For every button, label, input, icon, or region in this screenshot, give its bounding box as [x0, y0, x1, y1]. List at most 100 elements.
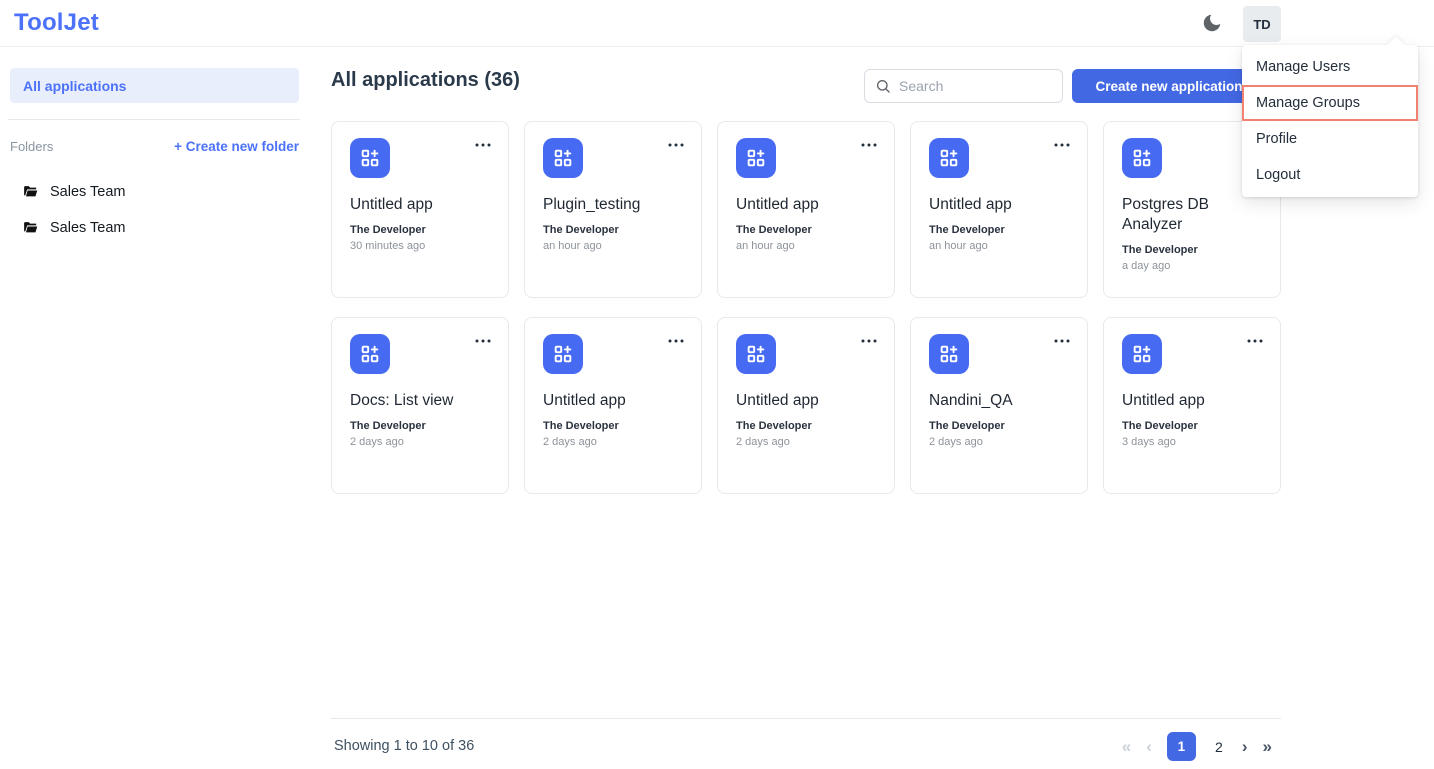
app-menu-button[interactable]: [1051, 334, 1073, 348]
ellipsis-icon: [667, 140, 685, 150]
search-icon: [875, 78, 891, 94]
sidebar-folder-item[interactable]: Sales Team: [22, 210, 292, 246]
create-new-application-button[interactable]: Create new application: [1072, 69, 1266, 103]
app-updated-time: 2 days ago: [350, 436, 494, 448]
app-card-top: [543, 138, 687, 178]
sidebar-item-label: All applications: [23, 78, 126, 94]
app-updated-time: 30 minutes ago: [350, 240, 494, 252]
app-icon: [929, 334, 969, 374]
app-author: The Developer: [543, 224, 687, 236]
ellipsis-icon: [474, 140, 492, 150]
app-icon: [736, 334, 776, 374]
app-card[interactable]: Untitled app The Developer 3 days ago: [1103, 317, 1281, 494]
app-card[interactable]: Plugin_testing The Developer an hour ago: [524, 121, 702, 298]
app-menu-button[interactable]: [858, 334, 880, 348]
app-icon: [543, 334, 583, 374]
user-menu-item[interactable]: Manage Users: [1242, 49, 1418, 85]
app-author: The Developer: [350, 420, 494, 432]
app-menu-button[interactable]: [665, 334, 687, 348]
search-box: [864, 69, 1063, 103]
app-name: Untitled app: [736, 391, 880, 411]
app-icon: [543, 138, 583, 178]
sidebar-folder-item[interactable]: Sales Team: [22, 174, 292, 210]
dark-mode-toggle[interactable]: [1197, 8, 1227, 38]
page-title: All applications (36): [331, 69, 520, 92]
app-icon: [350, 334, 390, 374]
app-name: Untitled app: [1122, 391, 1266, 411]
app-menu-button[interactable]: [665, 138, 687, 152]
user-menu-item[interactable]: Logout: [1242, 157, 1418, 193]
app-name: Plugin_testing: [543, 195, 687, 215]
tooljet-dashboard: ToolJet TD All applications Folders + Cr…: [0, 0, 1434, 769]
pagination-page-1-button[interactable]: 1: [1167, 732, 1196, 761]
app-card-top: [736, 334, 880, 374]
ellipsis-icon: [860, 140, 878, 150]
app-menu-button[interactable]: [472, 138, 494, 152]
footer-divider: [331, 718, 1281, 719]
app-menu-button[interactable]: [1244, 334, 1266, 348]
app-name: Untitled app: [929, 195, 1073, 215]
app-updated-time: an hour ago: [929, 240, 1073, 252]
ellipsis-icon: [1053, 140, 1071, 150]
user-menu-item[interactable]: Manage Groups: [1242, 85, 1418, 121]
app-author: The Developer: [1122, 420, 1266, 432]
top-bar: ToolJet TD: [0, 0, 1434, 47]
app-name: Postgres DB Analyzer: [1122, 195, 1266, 235]
app-card[interactable]: Untitled app The Developer 2 days ago: [717, 317, 895, 494]
user-menu-item-label: Profile: [1256, 131, 1297, 147]
pagination-next-button[interactable]: ›: [1242, 737, 1248, 757]
app-icon: [350, 138, 390, 178]
app-author: The Developer: [929, 420, 1073, 432]
ellipsis-icon: [1053, 336, 1071, 346]
create-new-folder-button[interactable]: + Create new folder: [174, 139, 299, 154]
app-icon: [929, 138, 969, 178]
app-menu-button[interactable]: [858, 138, 880, 152]
sidebar-item-all-applications[interactable]: All applications: [10, 68, 299, 103]
ellipsis-icon: [1246, 336, 1264, 346]
pagination-page-2-button[interactable]: 2: [1211, 739, 1227, 755]
app-card-top: [929, 138, 1073, 178]
user-menu-item-label: Manage Users: [1256, 59, 1350, 75]
app-name: Untitled app: [543, 391, 687, 411]
pagination-prev-button[interactable]: ‹: [1146, 737, 1152, 757]
app-name: Untitled app: [736, 195, 880, 215]
app-updated-time: an hour ago: [736, 240, 880, 252]
app-card[interactable]: Untitled app The Developer an hour ago: [910, 121, 1088, 298]
folder-list: Sales Team Sales Team: [22, 174, 292, 246]
pagination: « ‹ 1 2 › »: [1122, 732, 1272, 761]
user-avatar[interactable]: TD: [1243, 6, 1281, 42]
tooljet-logo[interactable]: ToolJet: [14, 9, 99, 37]
search-input[interactable]: [899, 78, 1052, 94]
app-updated-time: 2 days ago: [543, 436, 687, 448]
ellipsis-icon: [860, 336, 878, 346]
folder-name: Sales Team: [50, 220, 126, 236]
user-menu-item[interactable]: Profile: [1242, 121, 1418, 157]
app-author: The Developer: [350, 224, 494, 236]
folders-label: Folders: [10, 139, 53, 154]
app-menu-button[interactable]: [1051, 138, 1073, 152]
app-icon: [1122, 138, 1162, 178]
app-menu-button[interactable]: [472, 334, 494, 348]
app-name: Nandini_QA: [929, 391, 1073, 411]
app-icon: [736, 138, 776, 178]
app-card[interactable]: Untitled app The Developer 2 days ago: [524, 317, 702, 494]
sidebar-divider: [8, 119, 300, 120]
folder-icon: [22, 220, 39, 237]
app-author: The Developer: [736, 420, 880, 432]
app-card[interactable]: Nandini_QA The Developer 2 days ago: [910, 317, 1088, 494]
user-menu-item-label: Logout: [1256, 167, 1300, 183]
app-name: Untitled app: [350, 195, 494, 215]
pagination-first-button[interactable]: «: [1122, 737, 1131, 757]
app-author: The Developer: [543, 420, 687, 432]
app-icon: [1122, 334, 1162, 374]
app-updated-time: a day ago: [1122, 260, 1266, 272]
app-card-top: [736, 138, 880, 178]
app-card[interactable]: Untitled app The Developer 30 minutes ag…: [331, 121, 509, 298]
app-updated-time: 2 days ago: [929, 436, 1073, 448]
pagination-last-button[interactable]: »: [1263, 737, 1272, 757]
folder-icon: [22, 184, 39, 201]
app-card[interactable]: Docs: List view The Developer 2 days ago: [331, 317, 509, 494]
app-updated-time: an hour ago: [543, 240, 687, 252]
app-card[interactable]: Untitled app The Developer an hour ago: [717, 121, 895, 298]
folders-header: Folders + Create new folder: [10, 139, 299, 154]
